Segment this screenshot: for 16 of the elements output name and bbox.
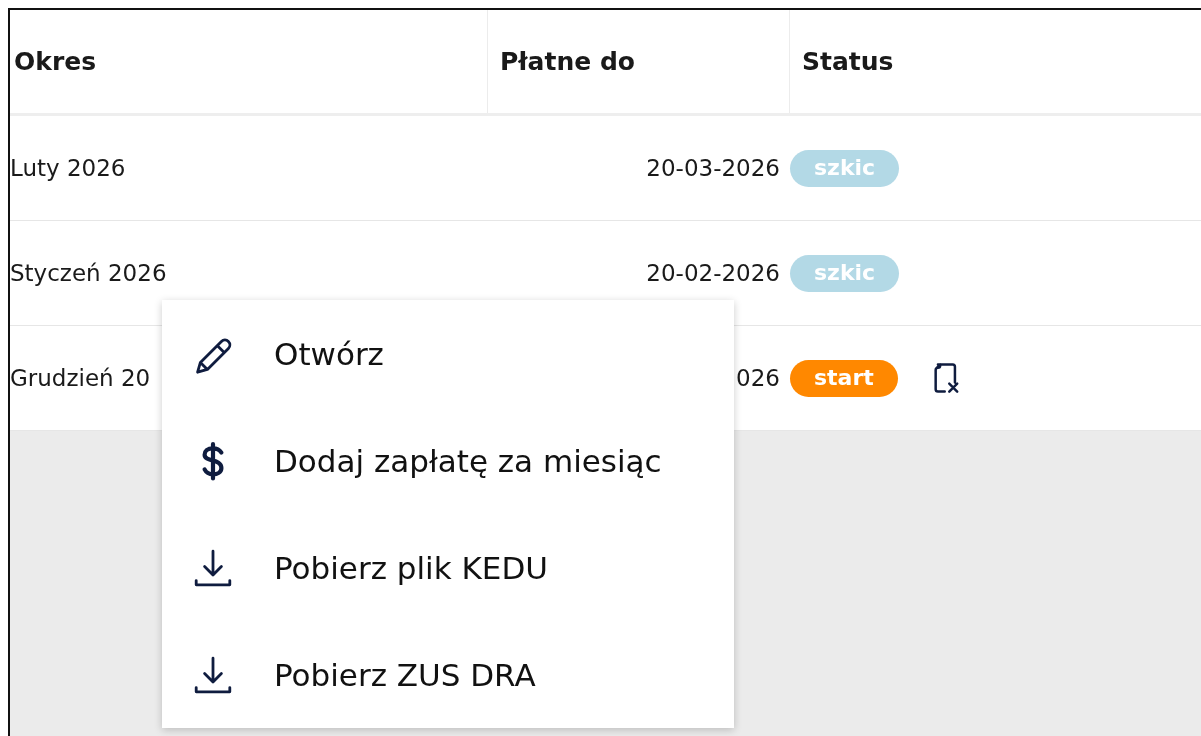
column-header: Status — [801, 46, 895, 78]
menu-item[interactable]: Pobierz ZUS DRA — [162, 621, 734, 728]
status-badge: szkic — [790, 149, 900, 187]
status-badge: szkic — [790, 254, 900, 292]
table-cell-text: 026 — [735, 365, 781, 391]
table-cell-text: Luty 2026 — [10, 155, 127, 181]
status-badge: start — [790, 359, 898, 397]
column-header: Płatne do — [488, 10, 790, 113]
table-cell-text: Grudzień 20 — [10, 365, 152, 391]
table-cell-text: 20-02-2026 — [645, 260, 781, 286]
column-header: Okres — [10, 10, 488, 113]
menu-item[interactable]: Otwórz — [162, 300, 734, 407]
menu-item[interactable]: Pobierz plik KEDU — [162, 514, 734, 621]
table-cell-text: Styczeń 2026 — [10, 260, 168, 286]
menu-item[interactable]: Dodaj zapłatę za miesiąc — [162, 407, 734, 514]
table-cell-text: 20-03-2026 — [645, 155, 781, 181]
